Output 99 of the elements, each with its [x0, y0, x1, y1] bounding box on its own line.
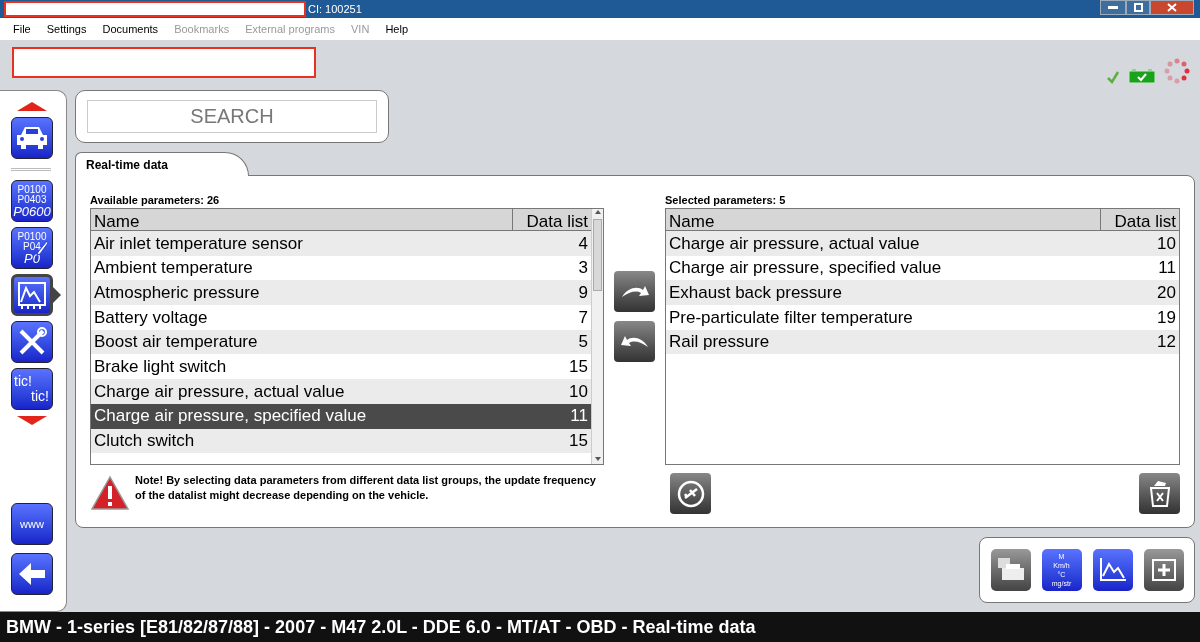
restore-icon [1133, 3, 1143, 12]
refresh-button[interactable] [670, 473, 711, 514]
table-row[interactable]: Charge air pressure, specified value 11 [91, 403, 591, 429]
scroll-up-icon[interactable] [594, 209, 601, 215]
minimize-icon [1108, 5, 1118, 10]
print-button[interactable] [990, 549, 1031, 591]
restore-button[interactable] [1126, 0, 1150, 15]
table-cell-text: 15 [568, 430, 589, 453]
table-cell-text: Charge air pressure, specified value [668, 257, 943, 280]
sidebar-button[interactable]: P0100 P04 P0 [11, 227, 53, 269]
code-text: P0100 [17, 231, 47, 242]
table-cell-text: 10 [568, 380, 589, 403]
note-text: Note! By selecting data parameters from different data list groups, the update frequency of the datalist might decrease depending on the vehicle. [135, 473, 597, 503]
table-cell-text: 11 [1157, 257, 1177, 280]
check-icon [1106, 70, 1120, 84]
sidebar-button[interactable] [11, 321, 53, 363]
scroll-thumb[interactable] [593, 219, 602, 291]
sidebar-button[interactable] [11, 274, 53, 316]
delete-button[interactable] [1139, 473, 1180, 514]
car-icon [15, 125, 49, 151]
line-graph-icon [1097, 556, 1128, 584]
table-cell-text: 15 [568, 356, 589, 379]
table-row[interactable]: Air inlet temperature sensor 4 [91, 231, 591, 256]
table-cell-text: Brake light switch [93, 356, 228, 379]
table-cell-text: 19 [1156, 306, 1177, 329]
table-cell-text: 20 [1156, 281, 1177, 304]
sidebar-button[interactable] [11, 117, 53, 159]
column-header[interactable]: Data list [1101, 209, 1179, 230]
tic-text: tic! [14, 374, 32, 389]
table-row[interactable]: Atmospheric pressure 9 [91, 280, 591, 306]
selected-title: Selected parameters: 5 [665, 193, 787, 208]
table-cell-text: 5 [577, 331, 589, 354]
table-row[interactable]: Rail pressure 12 [666, 329, 1179, 355]
table-cell-text: 9 [577, 281, 589, 304]
code-text: P0600 [13, 204, 51, 218]
plane-cycle-icon [675, 478, 706, 509]
status-text: BMW - 1-series [E81/82/87/88] - 2007 - M47 2.0L - DDE 6.0 - MT/AT - OBD - Real-time data [6, 615, 756, 639]
code-text: P0100 [17, 184, 47, 195]
table-cell-text: Charge air pressure, specified value [93, 405, 368, 428]
table-cell-text: Charge air pressure, actual value [93, 380, 346, 403]
column-header[interactable]: Data list [513, 209, 591, 230]
pointer-icon [53, 287, 61, 303]
ecu-button[interactable] [1143, 549, 1184, 591]
scroll-down-icon[interactable] [594, 456, 601, 462]
chart-chip-icon [16, 280, 48, 310]
graph-button[interactable] [1092, 549, 1133, 591]
table-cell-text: Atmospheric pressure [93, 281, 261, 304]
menu-item[interactable]: Documents [95, 20, 166, 38]
table-row[interactable]: Charge air pressure, actual value 10 [91, 379, 591, 404]
menu-item[interactable]: Help [378, 20, 415, 38]
table-row[interactable]: Boost air temperature 5 [91, 329, 591, 355]
table-cell-text: 7 [577, 306, 589, 329]
remove-button[interactable] [614, 321, 655, 362]
tab[interactable]: Real-time data [75, 152, 250, 176]
menu-item[interactable]: File [6, 20, 38, 38]
minimize-button[interactable] [1100, 0, 1126, 15]
table-cell-text: Battery voltage [93, 306, 209, 329]
tools-icon [17, 327, 47, 357]
back-arrow-icon [17, 561, 47, 587]
code-text: P0403 [17, 194, 47, 205]
column-header[interactable]: Name [666, 209, 1101, 230]
search-field[interactable]: SEARCH [87, 100, 377, 133]
available-title: Available parameters: 26 [90, 193, 221, 208]
warning-icon [90, 475, 130, 511]
scroll-down-icon[interactable] [17, 416, 47, 426]
table-cell-text: 10 [1156, 232, 1177, 255]
table-cell-text: 4 [577, 232, 589, 255]
table-cell-text: Air inlet temperature sensor [93, 232, 304, 255]
table-cell-text: Clutch switch [93, 430, 196, 453]
add-button[interactable] [614, 271, 655, 312]
sidebar-button[interactable]: tic! tic! [11, 368, 53, 410]
table-cell-text: Pre-particulate filter temperature [668, 306, 914, 329]
menu-item[interactable]: Settings [39, 20, 94, 38]
code-text: P04 [23, 241, 41, 252]
trash-icon [1147, 479, 1172, 508]
column-header[interactable]: Name [91, 209, 513, 230]
table-cell-text: Exhaust back pressure [668, 281, 843, 304]
table-row[interactable]: Clutch switch 15 [91, 428, 591, 454]
window-title: CI: 100251 [308, 1, 362, 17]
www-button[interactable]: www [11, 503, 53, 545]
battery-icon [1128, 68, 1156, 84]
table-cell-text: Ambient temperature [93, 257, 254, 280]
code-text: P0 [24, 251, 40, 265]
tic-text: tic! [31, 389, 49, 404]
table-row[interactable]: Exhaust back pressure 20 [666, 280, 1179, 306]
table-cell-text: 3 [577, 257, 589, 280]
table-cell-text: Charge air pressure, actual value [668, 232, 921, 255]
table-cell-text: Rail pressure [668, 331, 771, 354]
sidebar-button[interactable]: P0100 P0403 P0600 [11, 180, 53, 222]
close-button[interactable] [1150, 0, 1194, 15]
scrollbar[interactable] [591, 209, 603, 464]
table-cell-text: 11 [569, 405, 589, 428]
loading-icon [1164, 58, 1190, 84]
table-row[interactable]: Charge air pressure, actual value 10 [666, 231, 1179, 256]
table-cell-text: 12 [1156, 331, 1177, 354]
table-cell-text: Boost air temperature [93, 331, 259, 354]
close-icon [1167, 3, 1177, 12]
back-button[interactable] [11, 553, 53, 595]
scroll-up-icon[interactable] [17, 101, 47, 111]
